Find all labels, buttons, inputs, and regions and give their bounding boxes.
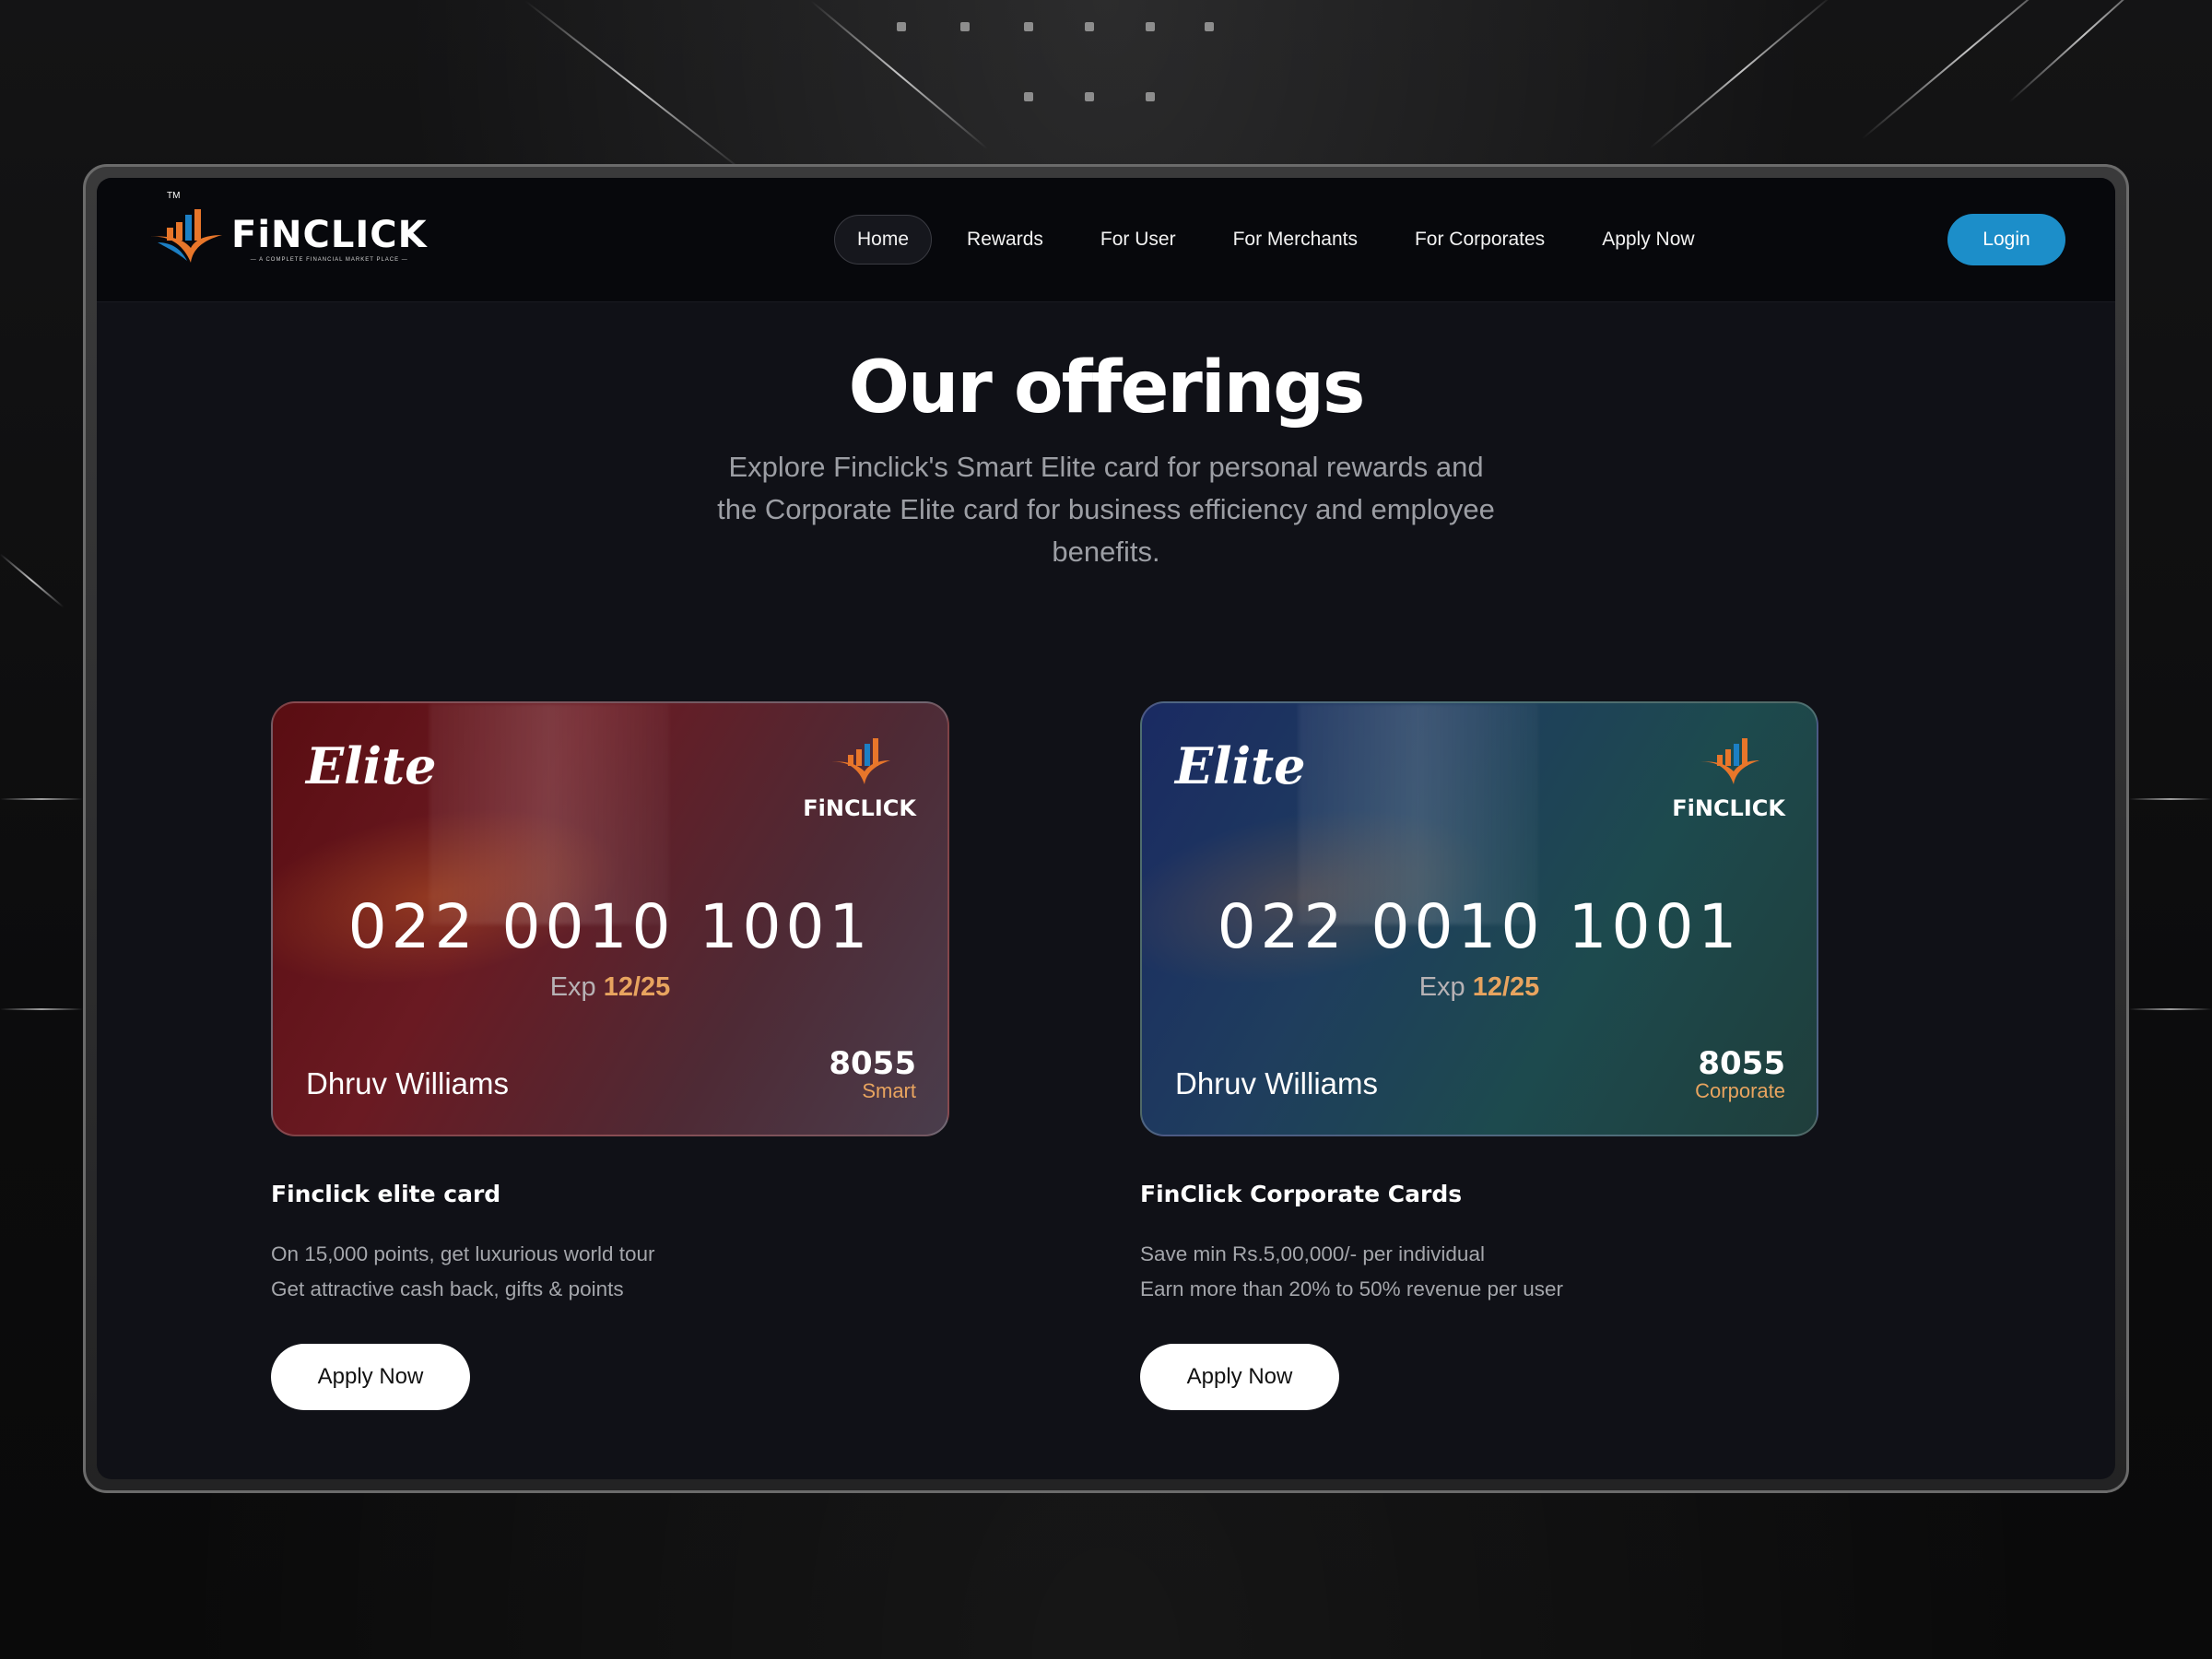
dot [1024, 22, 1033, 31]
card-exp-label: Exp [549, 972, 596, 1002]
offer-corporate: Elite FiNCLICK 022 0010 1001 Exp 12/25 D… [1140, 701, 1818, 1410]
apply-now-button[interactable]: Apply Now [1140, 1344, 1339, 1410]
card-logo-text: FiNCLICK [1672, 795, 1785, 821]
dot [1205, 22, 1214, 31]
offer-benefit: Save min Rs.5,00,000/- per individual [1140, 1242, 1485, 1265]
nav-item-for-merchants[interactable]: For Merchants [1211, 216, 1380, 264]
dot [1146, 92, 1155, 101]
dot [1024, 92, 1033, 101]
dot [897, 22, 906, 31]
offer-benefit: Earn more than 20% to 50% revenue per us… [1140, 1277, 1564, 1300]
trademark-label: TM [167, 191, 181, 201]
offer-benefit: Get attractive cash back, gifts & points [271, 1277, 624, 1300]
nav-item-for-user[interactable]: For User [1078, 216, 1198, 264]
brand-text: FiNCLICK — A COMPLETE FINANCIAL MARKET P… [231, 217, 428, 263]
card-expiry: Exp 12/25 [1142, 972, 1817, 1003]
brand-tagline: — A COMPLETE FINANCIAL MARKET PLACE — [250, 257, 408, 263]
credit-card-smart: Elite FiNCLICK 022 0010 1001 Exp 12/25 D… [271, 701, 949, 1136]
card-code: 8055 Smart [829, 1048, 916, 1103]
browser-frame: TM FiNCLICK — A COMPLETE FINANCIAL MARKE… [83, 164, 2129, 1493]
card-tier: Corporate [1695, 1079, 1785, 1102]
page-window: TM FiNCLICK — A COMPLETE FINANCIAL MARKE… [97, 178, 2115, 1479]
card-number: 022 0010 1001 [347, 891, 873, 962]
credit-card-corporate: Elite FiNCLICK 022 0010 1001 Exp 12/25 D… [1140, 701, 1818, 1136]
nav-item-apply-now[interactable]: Apply Now [1580, 216, 1716, 264]
light-line [0, 1008, 83, 1010]
offer-title: Finclick elite card [271, 1181, 501, 1207]
page-subtitle: Explore Finclick's Smart Elite card for … [717, 451, 1495, 568]
card-exp-value: 12/25 [603, 972, 671, 1002]
dot [960, 22, 970, 31]
finclick-logo-icon [1700, 738, 1759, 784]
card-code-number: 8055 [829, 1045, 916, 1082]
brand-name: FiNCLICK [231, 214, 428, 256]
card-tier: Smart [862, 1079, 916, 1102]
card-exp-value: 12/25 [1472, 972, 1540, 1002]
login-button[interactable]: Login [1947, 214, 2065, 265]
card-brand: Elite [1175, 736, 1306, 795]
light-line [0, 798, 83, 800]
apply-now-button[interactable]: Apply Now [271, 1344, 470, 1410]
nav-item-for-corporates[interactable]: For Corporates [1393, 216, 1567, 264]
main-menu: Home Rewards For User For Merchants For … [834, 215, 1717, 265]
offer-benefits: Save min Rs.5,00,000/- per individual Ea… [1140, 1237, 1818, 1307]
dot [1146, 22, 1155, 31]
offer-smart-elite: Elite FiNCLICK 022 0010 1001 Exp 12/25 D… [271, 701, 949, 1410]
card-holder-name: Dhruv Williams [306, 1066, 510, 1100]
finclick-logo-icon [150, 209, 222, 263]
card-expiry: Exp 12/25 [273, 972, 947, 1003]
offer-benefit: On 15,000 points, get luxurious world to… [271, 1242, 655, 1265]
card-code-number: 8055 [1698, 1045, 1785, 1082]
brand-logo[interactable]: TM FiNCLICK — A COMPLETE FINANCIAL MARKE… [148, 191, 428, 272]
card-exp-label: Exp [1418, 972, 1465, 1002]
hero-section: Our offerings Explore Finclick's Smart E… [97, 347, 2115, 573]
card-code: 8055 Corporate [1695, 1048, 1785, 1103]
card-holder-name: Dhruv Williams [1175, 1066, 1379, 1100]
finclick-logo-icon [830, 738, 890, 784]
offer-benefits: On 15,000 points, get luxurious world to… [271, 1237, 949, 1307]
nav-item-rewards[interactable]: Rewards [945, 216, 1065, 264]
offer-title: FinClick Corporate Cards [1140, 1181, 1463, 1207]
card-logo: FiNCLICK [803, 736, 916, 821]
light-line [2129, 798, 2212, 800]
dot [1085, 22, 1094, 31]
light-line [2129, 1008, 2212, 1010]
nav-item-home[interactable]: Home [834, 215, 933, 265]
dot [1085, 92, 1094, 101]
navbar: TM FiNCLICK — A COMPLETE FINANCIAL MARKE… [97, 178, 2115, 302]
card-number: 022 0010 1001 [1217, 891, 1742, 962]
card-brand: Elite [306, 736, 437, 795]
page-title: Our offerings [848, 347, 1366, 429]
card-logo: FiNCLICK [1672, 736, 1785, 821]
card-logo-text: FiNCLICK [803, 795, 916, 821]
